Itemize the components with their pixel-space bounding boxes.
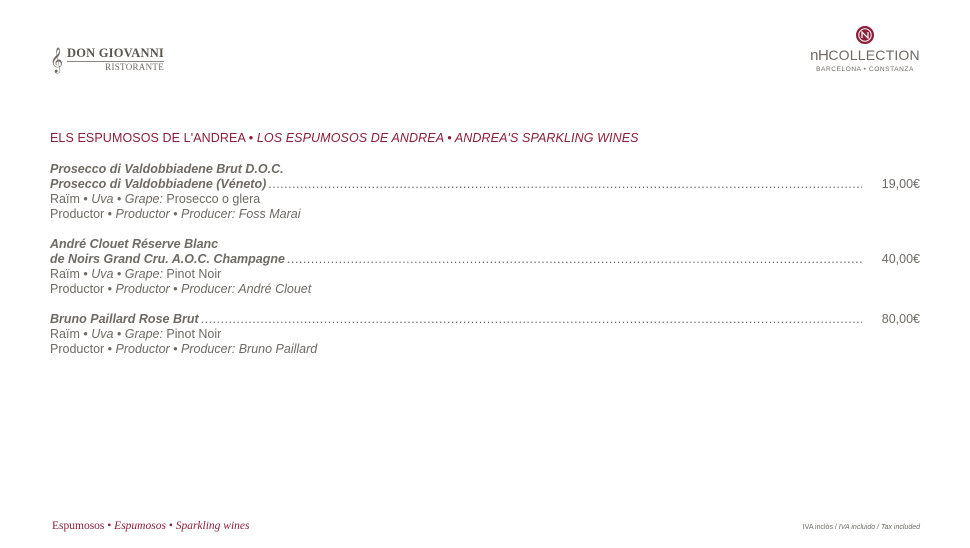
wine-name-line2: Prosecco di Valdobbiadene (Véneto) xyxy=(50,177,267,191)
nh-brand: nHCOLLECTION xyxy=(810,47,920,64)
producer-label-catalan: Productor • xyxy=(50,342,116,356)
grape-label-es-en: Uva • Grape: xyxy=(91,327,163,341)
wine-name-price-row: Prosecco di Valdobbiadene (Véneto) 19,00… xyxy=(50,177,920,192)
dot-leader xyxy=(201,312,862,327)
producer-value: André Clouet xyxy=(235,282,312,296)
wine-name-price-row: de Noirs Grand Cru. A.O.C. Champagne 40,… xyxy=(50,252,920,267)
wine-name-line1: Prosecco di Valdobbiadene Brut D.O.C. xyxy=(50,162,284,176)
wine-producer: Productor • Productor • Producer: André … xyxy=(50,282,920,297)
logo-text: DON GIOVANNI RISTORANTE xyxy=(67,47,164,72)
wine-price: 19,00€ xyxy=(881,177,920,191)
producer-label-catalan: Productor • xyxy=(50,207,116,221)
nh-brand-prefix: nH xyxy=(810,47,829,64)
producer-label-es-en: Productor • Producer: xyxy=(115,342,236,356)
nh-emblem-icon xyxy=(856,26,874,44)
nh-collection-logo: nHCOLLECTION BARCELONA • CONSTANZA xyxy=(810,25,920,73)
producer-label-es-en: Productor • Producer: xyxy=(115,282,236,296)
footer-category-catalan: Espumosos • xyxy=(52,520,115,532)
producer-value: Bruno Paillard xyxy=(235,342,318,356)
footer-tax-note: IVA inclòs / IVA incluido / Tax included xyxy=(803,524,920,531)
dot-leader xyxy=(268,177,862,192)
restaurant-name: DON GIOVANNI xyxy=(67,46,164,60)
dot-leader xyxy=(287,252,862,267)
nh-brand-word: COLLECTION xyxy=(828,47,920,63)
footer-category-es-en: Espumosos • Sparkling wines xyxy=(114,520,250,532)
grape-value: Pinot Noir xyxy=(162,327,222,341)
wine-price: 80,00€ xyxy=(881,312,920,326)
wine-name-line2: de Noirs Grand Cru. A.O.C. Champagne xyxy=(50,252,285,266)
grape-label-catalan: Raïm • xyxy=(50,327,92,341)
wine-producer: Productor • Productor • Producer: Bruno … xyxy=(50,342,920,357)
footer-category: Espumosos • Espumosos • Sparkling wines xyxy=(52,520,250,532)
tax-note-catalan: IVA inclòs / xyxy=(802,524,839,531)
wine-grape: Raïm • Uva • Grape: Pinot Noir xyxy=(50,267,920,282)
wine-item: André Clouet Réserve Blanc de Noirs Gran… xyxy=(50,237,920,297)
wine-item: Prosecco di Valdobbiadene Brut D.O.C. Pr… xyxy=(50,162,920,222)
treble-clef-icon: 𝄞 xyxy=(50,47,64,73)
restaurant-subtitle: RISTORANTE xyxy=(105,62,164,72)
section-title: ELS ESPUMOSOS DE L'ANDREA • LOS ESPUMOSO… xyxy=(50,131,639,145)
wine-price: 40,00€ xyxy=(881,252,920,266)
wine-name: Bruno Paillard Rose Brut xyxy=(50,312,199,326)
don-giovanni-logo: 𝄞 DON GIOVANNI RISTORANTE xyxy=(50,47,164,72)
wine-list: Prosecco di Valdobbiadene Brut D.O.C. Pr… xyxy=(50,162,920,372)
producer-value: Foss Marai xyxy=(235,207,301,221)
producer-label-es-en: Productor • Producer: xyxy=(115,207,236,221)
wine-grape: Raïm • Uva • Grape: Prosecco o glera xyxy=(50,192,920,207)
wine-producer: Productor • Productor • Producer: Foss M… xyxy=(50,207,920,222)
grape-label-catalan: Raïm • xyxy=(50,267,92,281)
grape-label-es-en: Uva • Grape: xyxy=(91,267,163,281)
hotel-location: BARCELONA • CONSTANZA xyxy=(816,66,914,73)
section-title-spanish-english: LOS ESPUMOSOS DE ANDREA • ANDREA'S SPARK… xyxy=(256,131,639,145)
wine-name-line1: André Clouet Réserve Blanc xyxy=(50,237,219,251)
section-title-catalan: ELS ESPUMOSOS DE L'ANDREA • xyxy=(50,131,257,145)
tax-note-es-en: IVA incluido / Tax included xyxy=(838,524,920,531)
wine-name-price-row: Bruno Paillard Rose Brut 80,00€ xyxy=(50,312,920,327)
producer-label-catalan: Productor • xyxy=(50,282,116,296)
wine-item: Bruno Paillard Rose Brut 80,00€ Raïm • U… xyxy=(50,312,920,357)
grape-value: Prosecco o glera xyxy=(162,192,261,206)
grape-label-catalan: Raïm • xyxy=(50,192,92,206)
grape-label-es-en: Uva • Grape: xyxy=(91,192,163,206)
grape-value: Pinot Noir xyxy=(162,267,222,281)
wine-grape: Raïm • Uva • Grape: Pinot Noir xyxy=(50,327,920,342)
